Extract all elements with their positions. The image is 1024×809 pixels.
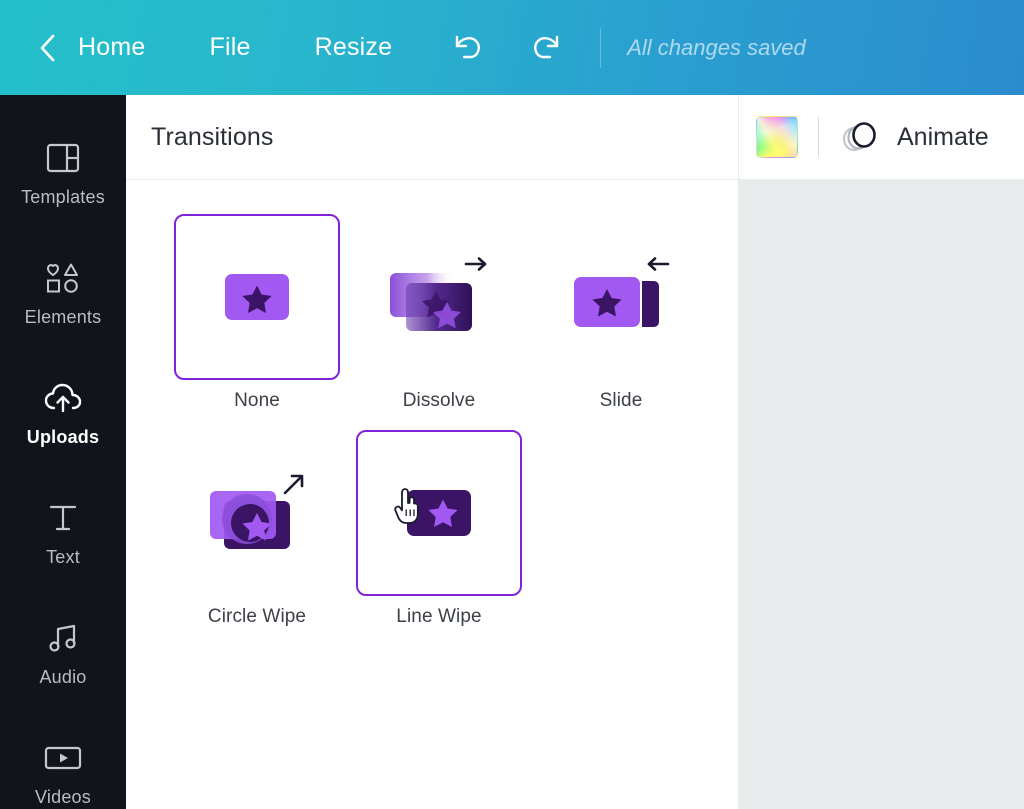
sidebar-item-label: Text <box>46 546 80 567</box>
transition-card-slide[interactable]: Slide <box>530 214 712 412</box>
nav-resize-button[interactable]: Resize <box>305 27 403 68</box>
transition-card-none[interactable]: None <box>166 214 348 412</box>
redo-icon[interactable] <box>522 26 570 70</box>
transition-none-icon <box>225 274 289 320</box>
nav-home-button[interactable]: Home <box>68 27 156 68</box>
video-play-icon <box>43 739 83 777</box>
canva-editor-window: Home File Resize All changes saved Templ… <box>0 0 1024 809</box>
sidebar-item-text[interactable]: Text <box>0 473 126 593</box>
text-t-icon <box>43 499 83 537</box>
sidebar-item-audio[interactable]: Audio <box>0 593 126 713</box>
transition-slide-icon <box>574 257 670 327</box>
transition-label: Slide <box>599 390 643 411</box>
transition-label: Line Wipe <box>396 606 482 627</box>
transition-card-dissolve[interactable]: Dissolve <box>348 214 530 412</box>
music-note-icon <box>43 619 83 657</box>
animate-button[interactable]: Animate <box>839 116 989 158</box>
sidebar-item-videos[interactable]: Videos <box>0 713 126 809</box>
transition-card-line-wipe[interactable]: Line Wipe <box>348 430 530 628</box>
transitions-grid: None Dissolve Slide Circle Wipe Line Wip… <box>126 180 738 646</box>
undo-icon[interactable] <box>444 26 492 70</box>
transition-thumb[interactable] <box>174 214 340 380</box>
transition-thumb[interactable] <box>174 430 340 596</box>
sidebar-item-templates[interactable]: Templates <box>0 113 126 233</box>
sidebar-item-label: Videos <box>35 786 91 807</box>
transition-label: Circle Wipe <box>207 606 307 627</box>
templates-layout-icon <box>43 139 83 177</box>
sidebar-item-elements[interactable]: Elements <box>0 233 126 353</box>
top-toolbar: Home File Resize All changes saved <box>0 0 1024 95</box>
chevron-left-icon[interactable] <box>34 31 60 65</box>
right-panel-toolbar: Animate <box>739 95 1024 180</box>
transition-card-circle-wipe[interactable]: Circle Wipe <box>166 430 348 628</box>
transition-circle-wipe-icon <box>210 474 304 549</box>
nav-file-button[interactable]: File <box>200 27 261 68</box>
transitions-panel: Transitions None Dissolve Slide Circle W… <box>126 95 738 809</box>
sidebar-item-label: Elements <box>24 306 102 327</box>
transition-thumb[interactable] <box>356 430 522 596</box>
save-status-text: All changes saved <box>627 34 806 60</box>
transition-label: None <box>234 390 280 411</box>
toolbar-divider <box>600 27 602 68</box>
transition-label: Dissolve <box>402 390 476 411</box>
design-canvas-area[interactable] <box>739 180 1024 809</box>
sidebar-item-uploads[interactable]: Uploads <box>0 353 126 473</box>
sidebar-item-label: Uploads <box>26 426 100 447</box>
left-sidebar: Templates Elements Uploads Text Audio Vi… <box>0 95 126 809</box>
transition-thumb[interactable] <box>356 214 522 380</box>
transition-thumb[interactable] <box>538 214 704 380</box>
right-panel: Animate <box>739 95 1024 809</box>
sidebar-item-label: Templates <box>21 186 105 207</box>
transition-line-wipe-icon <box>407 490 471 536</box>
rainbow-color-swatch[interactable] <box>756 116 798 158</box>
elements-shapes-icon <box>43 259 83 297</box>
sidebar-item-label: Audio <box>39 666 87 687</box>
toolbar-divider <box>818 117 819 157</box>
animate-overlapping-circles-icon <box>839 116 881 158</box>
page-title: Transitions <box>151 122 274 151</box>
transition-dissolve-icon <box>390 257 487 331</box>
animate-button-label: Animate <box>897 122 989 151</box>
cloud-upload-icon <box>43 379 83 417</box>
panel-header: Transitions <box>126 95 738 180</box>
